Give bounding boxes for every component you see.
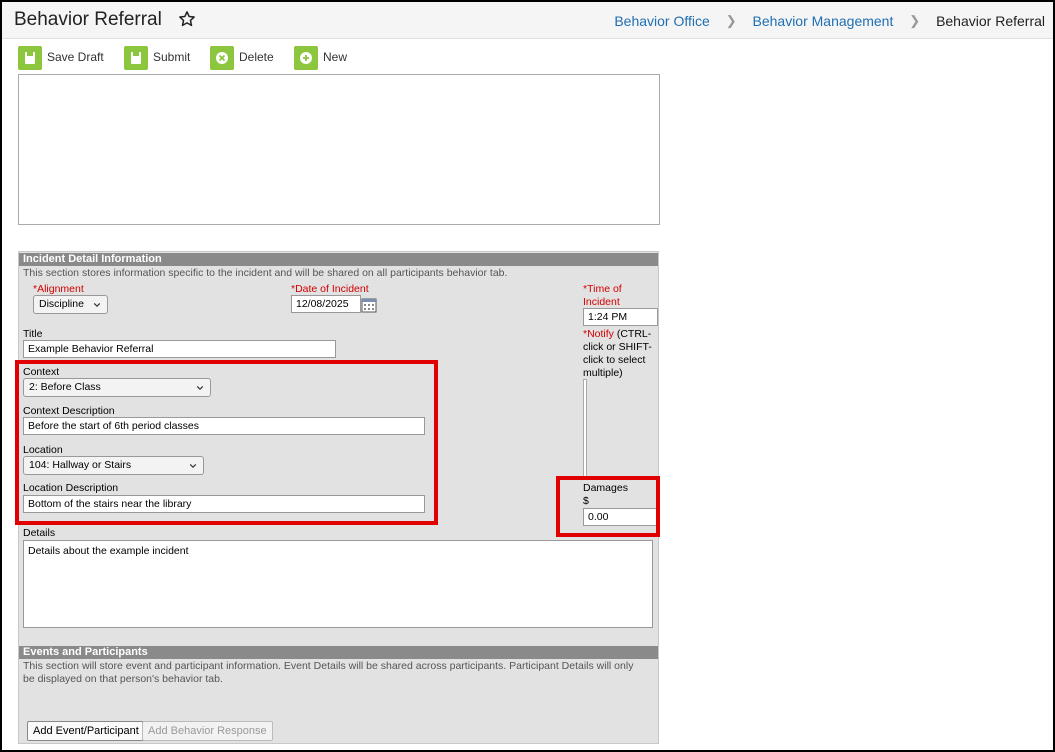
add-behavior-response-button[interactable]: Add Behavior Response: [142, 721, 273, 741]
context-value: 2: Before Class: [29, 381, 101, 393]
notify-listbox[interactable]: [583, 379, 587, 477]
chevron-right-icon: ❯: [909, 13, 921, 29]
page-title: Behavior Referral: [14, 9, 162, 30]
submit-icon: [124, 46, 148, 70]
time-label-line2: Incident: [583, 296, 620, 308]
chevron-down-icon: [196, 385, 204, 391]
time-of-incident-input[interactable]: 1:24 PM: [583, 308, 658, 326]
location-value: 104: Hallway or Stairs: [29, 459, 132, 471]
submit-label: Submit: [153, 50, 191, 64]
add-event-participant-button[interactable]: Add Event/Participant: [27, 721, 145, 741]
new-button[interactable]: New: [294, 46, 354, 70]
location-select[interactable]: 104: Hallway or Stairs: [23, 456, 204, 475]
chevron-right-icon: ❯: [725, 13, 737, 29]
save-draft-button[interactable]: Save Draft: [18, 46, 113, 70]
incident-section-description: This section stores information specific…: [23, 267, 508, 279]
location-description-label: Location Description: [23, 482, 119, 494]
alignment-value: Discipline: [39, 298, 84, 310]
incident-section-title: Incident Detail Information: [19, 253, 658, 266]
damages-label: Damages: [583, 482, 628, 494]
notify-hint: (CTRL-: [613, 328, 652, 340]
details-label: Details: [23, 527, 56, 539]
events-section-title: Events and Participants: [19, 646, 658, 659]
notify-required-label: *Notify: [583, 328, 614, 340]
context-description-label: Context Description: [23, 405, 115, 417]
location-label: Location: [23, 444, 63, 456]
details-textarea[interactable]: Details about the example incident: [23, 540, 653, 628]
damages-input[interactable]: 0.00: [583, 508, 658, 526]
title-label: Title: [23, 328, 43, 340]
save-icon: [18, 46, 42, 70]
events-section-description-line2: be displayed on that person's behavior t…: [23, 673, 223, 685]
breadcrumb: Behavior Office ❯ Behavior Management ❯ …: [614, 12, 1045, 29]
time-label-line1: *Time of: [583, 283, 622, 295]
notify-hint-line4: multiple): [583, 367, 623, 379]
calendar-icon[interactable]: [361, 297, 377, 313]
context-label: Context: [23, 366, 60, 378]
submit-button[interactable]: Submit: [124, 46, 202, 70]
page-header: Behavior Referral Behavior Office ❯ Beha…: [2, 2, 1053, 39]
title-input[interactable]: Example Behavior Referral: [23, 340, 336, 358]
chevron-down-icon: [93, 302, 101, 308]
context-select[interactable]: 2: Before Class: [23, 378, 211, 397]
incident-panel: Incident Detail Information This section…: [18, 251, 659, 744]
delete-button[interactable]: Delete: [210, 46, 285, 70]
events-section-description-line1: This section will store event and partic…: [23, 660, 634, 672]
notify-hint-line2: click or SHIFT-: [583, 341, 652, 353]
star-icon[interactable]: [178, 10, 196, 28]
delete-label: Delete: [239, 50, 274, 64]
chevron-down-icon: [189, 463, 197, 469]
date-of-incident-label: *Date of Incident: [291, 283, 369, 295]
breadcrumb-current: Behavior Referral: [936, 13, 1045, 30]
plus-icon: [294, 46, 318, 70]
content-box: [18, 74, 660, 225]
damages-currency: $: [583, 495, 589, 507]
breadcrumb-behavior-management[interactable]: Behavior Management: [753, 13, 894, 29]
notify-hint-line3: click to select: [583, 354, 646, 366]
save-draft-label: Save Draft: [47, 50, 104, 64]
delete-icon: [210, 46, 234, 70]
location-description-input[interactable]: Bottom of the stairs near the library: [23, 495, 425, 513]
notify-label: *Notify (CTRL-: [583, 328, 651, 340]
alignment-label: *Alignment: [33, 283, 84, 295]
breadcrumb-behavior-office[interactable]: Behavior Office: [614, 13, 709, 29]
date-of-incident-input[interactable]: 12/08/2025: [291, 295, 361, 313]
new-label: New: [323, 50, 348, 64]
alignment-select[interactable]: Discipline: [33, 295, 108, 314]
context-description-input[interactable]: Before the start of 6th period classes: [23, 417, 425, 435]
